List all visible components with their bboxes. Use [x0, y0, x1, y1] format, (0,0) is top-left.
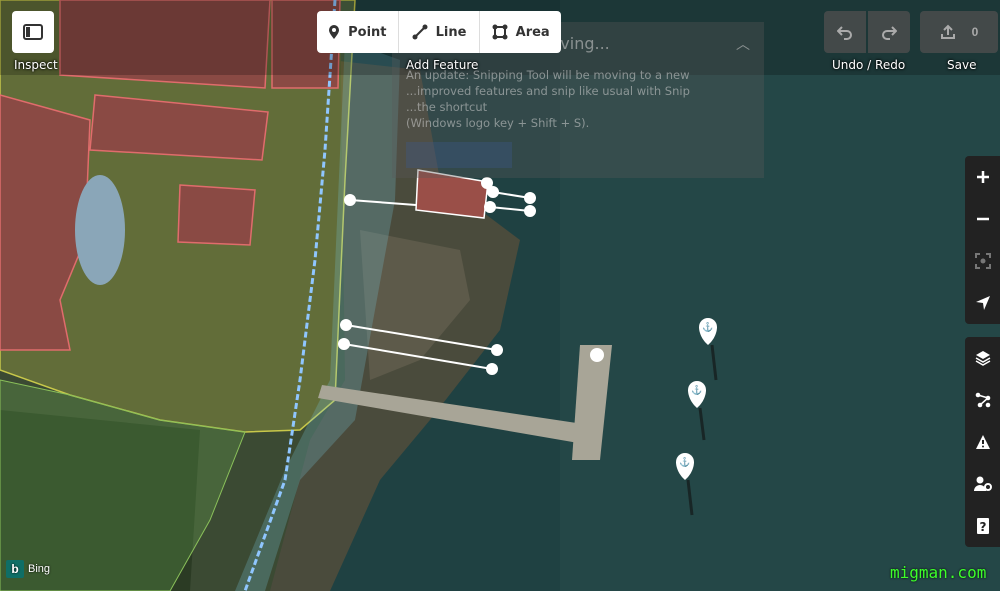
add-area-button[interactable]: Area	[480, 11, 561, 53]
line-icon	[412, 24, 428, 40]
redo-icon	[882, 26, 897, 40]
undo-icon	[837, 26, 852, 40]
notice-button	[406, 142, 512, 168]
inspect-label: Inspect	[14, 58, 58, 72]
line-vertex[interactable]	[340, 319, 352, 331]
save-count: 0	[971, 25, 979, 39]
line-vertex[interactable]	[338, 338, 350, 350]
save-label: Save	[947, 58, 977, 72]
sidebar-toggle-icon	[23, 24, 43, 40]
area-label: Area	[515, 24, 550, 40]
panel-controls: ?	[965, 337, 1000, 547]
line-vertex[interactable]	[481, 177, 493, 189]
line-vertex[interactable]	[486, 363, 498, 375]
svg-text:?: ?	[979, 520, 986, 534]
zoom-to-selection-button[interactable]	[965, 240, 1000, 282]
add-feature-group: Point Line Area	[317, 11, 561, 53]
line-vertex[interactable]	[344, 194, 356, 206]
user-settings-icon	[973, 476, 992, 491]
zoom-out-button[interactable]	[965, 198, 1000, 240]
layers-icon	[975, 351, 990, 366]
imagery-attribution[interactable]: b Bing	[6, 560, 50, 578]
zoom-in-button[interactable]	[965, 156, 1000, 198]
line-label: Line	[435, 24, 467, 40]
zoom-to-selection-icon	[974, 253, 991, 269]
geolocate-button[interactable]	[965, 282, 1000, 324]
bing-logo-icon: b	[6, 560, 24, 578]
attribution-label: Bing	[28, 563, 51, 575]
add-feature-label: Add Feature	[406, 58, 479, 72]
line-vertex[interactable]	[491, 344, 503, 356]
help-button[interactable]: ?	[965, 505, 1000, 547]
preferences-button[interactable]	[965, 463, 1000, 505]
notice-text: ...the shortcut	[406, 100, 488, 114]
building[interactable]	[177, 184, 256, 246]
watermark: migman.com	[890, 563, 987, 582]
area-icon	[492, 24, 508, 40]
inspect-button[interactable]	[12, 11, 54, 53]
plus-icon	[976, 171, 989, 183]
redo-button[interactable]	[868, 11, 910, 53]
add-line-button[interactable]: Line	[399, 11, 481, 53]
issues-button[interactable]	[965, 421, 1000, 463]
line-vertex[interactable]	[590, 348, 604, 362]
map-data-button[interactable]	[965, 379, 1000, 421]
mooring-icon: ⚓	[702, 321, 713, 332]
notice-collapse-icon: ︿	[736, 37, 750, 53]
add-point-button[interactable]: Point	[317, 11, 399, 53]
notice-text: ...improved features and snip like usual…	[406, 84, 690, 98]
point-icon	[329, 25, 340, 39]
save-button[interactable]: 0	[920, 11, 998, 53]
help-icon: ?	[976, 518, 989, 534]
notice-text: (Windows logo key + Shift + S).	[406, 116, 590, 130]
line-vertex[interactable]	[487, 186, 499, 198]
line-vertex[interactable]	[524, 205, 536, 217]
point-label: Point	[348, 24, 387, 40]
line-vertex[interactable]	[524, 192, 536, 204]
minus-icon	[976, 217, 989, 221]
undo-redo-label: Undo / Redo	[832, 58, 906, 72]
background-layers-button[interactable]	[965, 337, 1000, 379]
upload-icon	[940, 24, 955, 39]
pool[interactable]	[75, 175, 125, 285]
undo-button[interactable]	[824, 11, 866, 53]
map-controls	[965, 156, 1000, 324]
mooring-icon: ⚓	[691, 384, 702, 395]
geolocate-icon	[975, 296, 990, 310]
warning-icon	[975, 435, 990, 449]
mooring-icon: ⚓	[679, 456, 690, 467]
line-vertex[interactable]	[484, 201, 496, 213]
map-data-icon	[975, 392, 990, 408]
